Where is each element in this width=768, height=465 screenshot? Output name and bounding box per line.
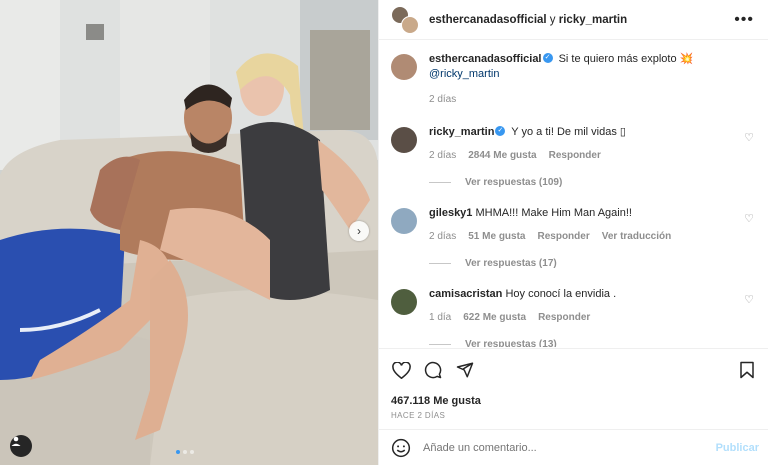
replies-divider xyxy=(429,182,451,183)
comment-text: Y yo a ti! De mil vidas ▯ xyxy=(511,126,626,138)
collab-avatars[interactable] xyxy=(391,5,419,34)
comment-meta: 2 días 2844 Me gusta Responder xyxy=(429,148,754,163)
emoji-icon[interactable] xyxy=(391,438,411,458)
avatar[interactable] xyxy=(391,54,417,80)
caption-mention[interactable]: @ricky_martin xyxy=(429,68,499,80)
post-timestamp: HACE 2 DÍAS xyxy=(391,411,446,420)
carousel-dot xyxy=(190,450,194,454)
comment-likes[interactable]: 51 Me gusta xyxy=(468,229,525,244)
post-details-panel: esthercanadasofficial y ricky_martin •••… xyxy=(378,0,768,465)
carousel-dot-active xyxy=(176,450,180,454)
comment-likes[interactable]: 2844 Me gusta xyxy=(468,148,536,163)
reply-button[interactable]: Responder xyxy=(538,229,590,244)
caption-meta: 2 días xyxy=(429,92,754,107)
publish-button[interactable]: Publicar xyxy=(716,442,759,454)
caption-text: Si te quiero más exploto 💥 xyxy=(558,53,694,65)
like-heart-icon[interactable] xyxy=(391,360,411,380)
avatar[interactable] xyxy=(391,289,417,315)
add-comment-bar: Publicar xyxy=(379,429,768,465)
view-replies-button[interactable]: Ver respuestas (17) xyxy=(429,258,754,269)
replies-divider xyxy=(429,263,451,264)
carousel-dots xyxy=(176,450,194,454)
view-replies-button[interactable]: Ver respuestas (109) xyxy=(429,177,754,188)
comment-icon[interactable] xyxy=(423,360,443,380)
post-likes-count[interactable]: 467.118 Me gusta xyxy=(391,395,757,407)
comment-text: Hoy conocí la envidia . xyxy=(505,288,617,300)
photo-illustration xyxy=(0,0,378,465)
like-comment-heart-icon[interactable]: ♡ xyxy=(744,131,754,144)
action-bar xyxy=(391,359,757,381)
view-replies-label[interactable]: Ver respuestas (13) xyxy=(465,339,557,347)
comment-time[interactable]: 1 día xyxy=(429,310,451,325)
comment-likes[interactable]: 622 Me gusta xyxy=(463,310,526,325)
comment-text: MHMA!!! Make Him Man Again!! xyxy=(475,207,632,219)
post-header: esthercanadasofficial y ricky_martin ••• xyxy=(379,0,768,40)
like-comment-heart-icon[interactable]: ♡ xyxy=(744,293,754,306)
author-link[interactable]: ricky_martin xyxy=(559,14,627,26)
avatar xyxy=(401,15,419,34)
caption-username[interactable]: esthercanadasofficial xyxy=(429,53,542,65)
author-link[interactable]: esthercanadasofficial xyxy=(429,14,547,26)
comment-meta: 1 día 622 Me gusta Responder xyxy=(429,310,754,325)
comment: gilesky1 MHMA!!! Make Him Man Again!! 2 … xyxy=(391,206,754,244)
comment-username[interactable]: camisacristan xyxy=(429,288,502,300)
comment-time[interactable]: 2 días xyxy=(429,148,456,163)
reply-button[interactable]: Responder xyxy=(538,310,590,325)
save-bookmark-icon[interactable] xyxy=(737,360,757,380)
view-replies-label[interactable]: Ver respuestas (109) xyxy=(465,177,562,188)
avatar[interactable] xyxy=(391,127,417,153)
comment: ricky_martin ✓ Y yo a ti! De mil vidas ▯ … xyxy=(391,125,754,163)
comment-input[interactable] xyxy=(423,441,716,454)
tagged-users-button[interactable] xyxy=(10,435,32,457)
more-horizontal-icon[interactable]: ••• xyxy=(734,11,754,29)
comment-username[interactable]: ricky_martin xyxy=(429,126,494,138)
replies-divider xyxy=(429,344,451,345)
view-replies-button[interactable]: Ver respuestas (13) xyxy=(429,339,754,347)
avatar[interactable] xyxy=(391,208,417,234)
post-photo[interactable]: › xyxy=(0,0,378,465)
comment: camisacristan Hoy conocí la envidia . 1 … xyxy=(391,287,754,325)
share-icon[interactable] xyxy=(455,360,475,380)
view-replies-label[interactable]: Ver respuestas (17) xyxy=(465,258,557,269)
post-actions: 467.118 Me gusta HACE 2 DÍAS xyxy=(379,348,768,420)
reply-button[interactable]: Responder xyxy=(549,148,601,163)
comment-meta: 2 días 51 Me gusta Responder Ver traducc… xyxy=(429,229,754,244)
translate-button[interactable]: Ver traducción xyxy=(602,229,671,244)
verified-badge-icon: ✓ xyxy=(542,53,553,64)
comment-username[interactable]: gilesky1 xyxy=(429,207,472,219)
user-icon xyxy=(11,436,21,446)
comments-list: esthercanadasofficial ✓ Si te quiero más … xyxy=(379,40,768,347)
like-comment-heart-icon[interactable]: ♡ xyxy=(744,212,754,225)
caption-time[interactable]: 2 días xyxy=(429,92,456,107)
verified-badge-icon: ✓ xyxy=(495,126,506,137)
carousel-dot xyxy=(183,450,187,454)
caption: esthercanadasofficial ✓ Si te quiero más … xyxy=(391,52,754,107)
post-authors: esthercanadasofficial y ricky_martin xyxy=(429,14,734,26)
comment-time[interactable]: 2 días xyxy=(429,229,456,244)
carousel-next-button[interactable]: › xyxy=(349,221,369,241)
authors-joiner: y xyxy=(546,13,559,26)
